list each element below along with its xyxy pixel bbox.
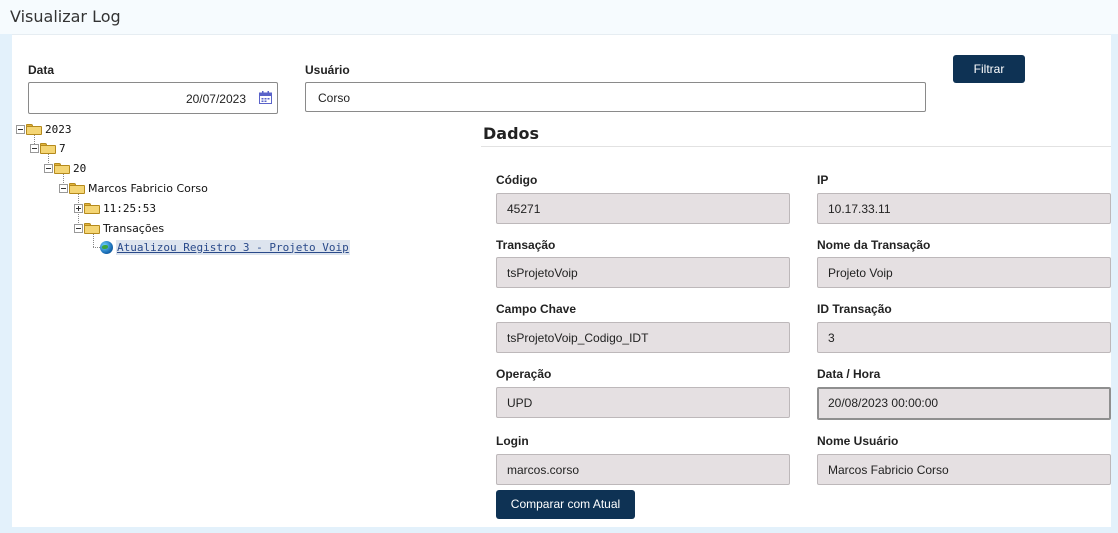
ip-field[interactable]: 10.17.33.11 bbox=[817, 193, 1111, 224]
codigo-field[interactable]: 45271 bbox=[496, 193, 790, 224]
id-transacao-field[interactable]: 3 bbox=[817, 322, 1111, 353]
tree-node-day[interactable]: 20 bbox=[44, 160, 86, 176]
collapse-icon[interactable] bbox=[59, 183, 68, 193]
transacao-label: Transação bbox=[496, 238, 556, 252]
nome-transacao-value: Projeto Voip bbox=[828, 266, 893, 280]
tree-leaf-link[interactable]: Atualizou Registro 3 - Projeto Voip bbox=[116, 239, 350, 255]
collapse-icon[interactable] bbox=[74, 223, 83, 233]
campo-chave-label: Campo Chave bbox=[496, 302, 577, 316]
operacao-value: UPD bbox=[507, 396, 533, 410]
date-label: Data bbox=[28, 63, 55, 77]
nome-usuario-field[interactable]: Marcos Fabricio Corso bbox=[817, 454, 1111, 485]
transacao-field[interactable]: tsProjetoVoip bbox=[496, 257, 790, 288]
folder-icon bbox=[84, 202, 100, 214]
page-header: Visualizar Log bbox=[0, 0, 1118, 34]
tree-node-label: 11:25:53 bbox=[103, 201, 156, 215]
tree-connector bbox=[93, 247, 100, 248]
details-divider bbox=[481, 146, 1111, 147]
tree-leaf-transaction[interactable]: Atualizou Registro 3 - Projeto Voip bbox=[100, 239, 350, 255]
operacao-field[interactable]: UPD bbox=[496, 387, 790, 418]
tree-node-label: 20 bbox=[73, 161, 87, 175]
collapse-icon[interactable] bbox=[30, 143, 39, 153]
frame-right-border bbox=[1111, 34, 1118, 533]
id-transacao-label: ID Transação bbox=[817, 302, 892, 316]
collapse-icon[interactable] bbox=[44, 163, 53, 173]
data-hora-value: 20/08/2023 00:00:00 bbox=[828, 396, 939, 410]
ip-label: IP bbox=[817, 173, 829, 187]
calendar-icon[interactable] bbox=[259, 91, 272, 104]
id-transacao-value: 3 bbox=[828, 331, 835, 345]
header-divider bbox=[10, 34, 1118, 35]
date-value: 20/07/2023 bbox=[185, 92, 246, 106]
ip-value: 10.17.33.11 bbox=[828, 202, 891, 216]
user-input[interactable]: Corso bbox=[305, 82, 926, 112]
expand-icon[interactable] bbox=[74, 203, 83, 213]
tree-node-transactions[interactable]: Transações bbox=[74, 220, 164, 236]
date-input[interactable]: 20/07/2023 bbox=[28, 82, 278, 114]
tree-node-label: 2023 bbox=[45, 122, 72, 136]
folder-open-icon bbox=[69, 182, 85, 194]
folder-open-icon bbox=[54, 162, 70, 174]
folder-open-icon bbox=[84, 222, 100, 234]
tree-node-year[interactable]: 2023 bbox=[16, 121, 72, 137]
data-hora-field[interactable]: 20/08/2023 00:00:00 bbox=[817, 387, 1111, 420]
codigo-label: Código bbox=[496, 173, 538, 187]
nome-usuario-label: Nome Usuário bbox=[817, 434, 899, 448]
frame-left-border bbox=[0, 34, 12, 533]
nome-transacao-label: Nome da Transação bbox=[817, 238, 931, 252]
details-title: Dados bbox=[483, 124, 540, 143]
campo-chave-field[interactable]: tsProjetoVoip_Codigo_IDT bbox=[496, 322, 790, 353]
user-value: Corso bbox=[318, 91, 351, 105]
login-label: Login bbox=[496, 434, 529, 448]
filter-button[interactable]: Filtrar bbox=[953, 55, 1025, 83]
login-field[interactable]: marcos.corso bbox=[496, 454, 790, 485]
nome-transacao-field[interactable]: Projeto Voip bbox=[817, 257, 1111, 288]
campo-chave-value: tsProjetoVoip_Codigo_IDT bbox=[507, 331, 649, 345]
tree-node-user[interactable]: Marcos Fabricio Corso bbox=[59, 180, 208, 196]
globe-icon bbox=[100, 240, 113, 254]
tree-node-time[interactable]: 11:25:53 bbox=[74, 200, 156, 216]
frame-bottom-border bbox=[0, 527, 1118, 533]
transacao-value: tsProjetoVoip bbox=[507, 266, 578, 280]
data-hora-label: Data / Hora bbox=[817, 367, 881, 381]
tree-node-label: 7 bbox=[59, 141, 66, 155]
collapse-icon[interactable] bbox=[16, 124, 25, 134]
folder-open-icon bbox=[40, 142, 56, 154]
tree-node-month[interactable]: 7 bbox=[30, 140, 66, 156]
user-label: Usuário bbox=[305, 63, 350, 77]
compare-button[interactable]: Comparar com Atual bbox=[496, 490, 635, 519]
tree-node-label: Marcos Fabricio Corso bbox=[88, 181, 208, 195]
login-value: marcos.corso bbox=[507, 463, 580, 477]
codigo-value: 45271 bbox=[507, 202, 541, 216]
operacao-label: Operação bbox=[496, 367, 552, 381]
page-title: Visualizar Log bbox=[10, 7, 121, 26]
nome-usuario-value: Marcos Fabricio Corso bbox=[828, 463, 949, 477]
tree-node-label: Transações bbox=[103, 221, 165, 235]
folder-open-icon bbox=[26, 123, 42, 135]
